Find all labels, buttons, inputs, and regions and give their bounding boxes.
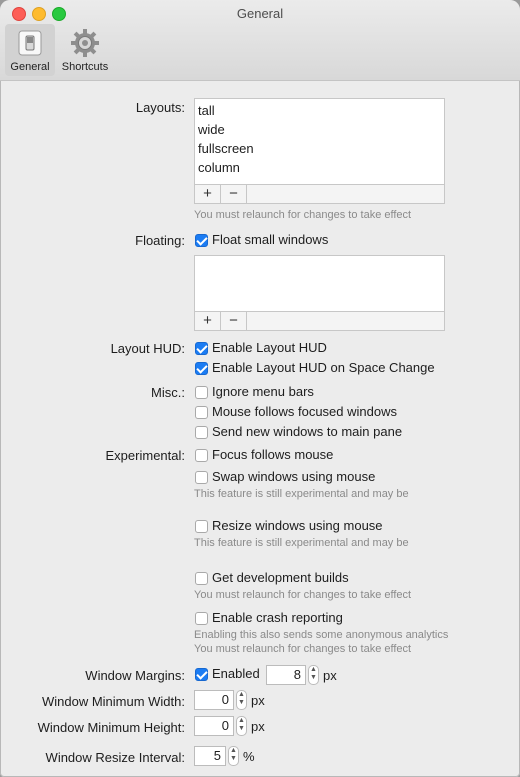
focus-follows-label: Focus follows mouse	[212, 447, 334, 462]
resize-windows-label: Resize windows using mouse	[212, 518, 383, 533]
crash-reporting-checkbox[interactable]	[195, 612, 208, 625]
min-width-field[interactable]: 0	[194, 690, 234, 710]
margins-stepper[interactable]: ▲ ▼	[308, 665, 319, 685]
swap-windows-checkbox[interactable]	[195, 471, 208, 484]
misc-label: Misc.:	[151, 385, 185, 400]
min-width-unit: px	[251, 693, 265, 708]
gear-icon	[71, 29, 99, 57]
general-pane: Layouts: tall wide fullscreen column + −…	[0, 81, 520, 777]
tab-general-label: General	[10, 61, 50, 73]
layouts-relaunch-note: You must relaunch for changes to take ef…	[194, 209, 412, 221]
resize-interval-unit: %	[243, 749, 255, 764]
remove-layout-button[interactable]: −	[221, 185, 247, 203]
tab-general[interactable]: General	[5, 24, 55, 76]
window-title: General	[236, 6, 284, 21]
resize-interval-stepper[interactable]: ▲ ▼	[228, 746, 239, 766]
swap-windows-label: Swap windows using mouse	[212, 469, 376, 484]
layout-item[interactable]: tall	[195, 101, 444, 120]
min-height-unit: px	[251, 719, 265, 734]
send-new-windows-checkbox[interactable]	[195, 426, 208, 439]
crash-analytics-note: Enabling this also sends some anonymous …	[194, 629, 449, 641]
margins-value-field[interactable]: 8	[266, 665, 306, 685]
resize-interval-label: Window Resize Interval:	[45, 750, 185, 765]
float-small-windows-label: Float small windows	[212, 232, 329, 247]
add-floating-button[interactable]: +	[195, 312, 221, 330]
min-height-field[interactable]: 0	[194, 716, 234, 736]
margins-enabled-checkbox[interactable]	[195, 668, 208, 681]
dev-builds-checkbox[interactable]	[195, 572, 208, 585]
layouts-list[interactable]: tall wide fullscreen column + −	[194, 98, 445, 204]
crash-reporting-label: Enable crash reporting	[212, 610, 343, 625]
floating-apps-list[interactable]: + −	[194, 255, 445, 331]
margins-unit: px	[323, 668, 337, 683]
experimental-label: Experimental:	[105, 448, 185, 463]
min-height-label: Window Minimum Height:	[37, 720, 185, 735]
switch-icon	[18, 30, 42, 56]
title-bar: General General Shortcuts	[0, 0, 520, 81]
dev-builds-label: Get development builds	[212, 570, 349, 585]
focus-follows-checkbox[interactable]	[195, 449, 208, 462]
resize-windows-checkbox[interactable]	[195, 520, 208, 533]
hud-space-change-label: Enable Layout HUD on Space Change	[212, 360, 435, 375]
floating-list-controls: + −	[195, 311, 444, 330]
preferences-window: General General Shortcuts Layouts: tall …	[0, 0, 520, 777]
ignore-menu-bars-label: Ignore menu bars	[212, 384, 314, 399]
resize-interval-field[interactable]: 5	[194, 746, 226, 766]
layout-item[interactable]: fullscreen	[195, 139, 444, 158]
layouts-label: Layouts:	[135, 100, 185, 115]
layout-item[interactable]: column	[195, 158, 444, 177]
float-small-windows-checkbox[interactable]	[195, 234, 208, 247]
remove-floating-button[interactable]: −	[221, 312, 247, 330]
floating-label: Floating:	[135, 233, 185, 248]
margins-enabled-label: Enabled	[212, 666, 260, 681]
min-width-stepper[interactable]: ▲ ▼	[236, 690, 247, 710]
layout-hud-label: Layout HUD:	[110, 341, 185, 356]
dev-builds-note: You must relaunch for changes to take ef…	[194, 589, 412, 601]
tab-shortcuts-label: Shortcuts	[61, 61, 109, 73]
min-height-stepper[interactable]: ▲ ▼	[236, 716, 247, 736]
mouse-follows-checkbox[interactable]	[195, 406, 208, 419]
layout-item[interactable]: wide	[195, 120, 444, 139]
layouts-list-controls: + −	[195, 184, 444, 203]
hud-space-change-checkbox[interactable]	[195, 362, 208, 375]
swap-experimental-note: This feature is still experimental and m…	[194, 488, 409, 500]
mouse-follows-label: Mouse follows focused windows	[212, 404, 397, 419]
enable-layout-hud-label: Enable Layout HUD	[212, 340, 327, 355]
resize-experimental-note: This feature is still experimental and m…	[194, 537, 409, 549]
min-width-label: Window Minimum Width:	[41, 694, 185, 709]
crash-relaunch-note: You must relaunch for changes to take ef…	[194, 643, 412, 655]
tab-shortcuts[interactable]: Shortcuts	[57, 24, 113, 76]
enable-layout-hud-checkbox[interactable]	[195, 342, 208, 355]
ignore-menu-bars-checkbox[interactable]	[195, 386, 208, 399]
add-layout-button[interactable]: +	[195, 185, 221, 203]
window-margins-label: Window Margins:	[85, 668, 185, 683]
send-new-windows-label: Send new windows to main pane	[212, 424, 403, 439]
